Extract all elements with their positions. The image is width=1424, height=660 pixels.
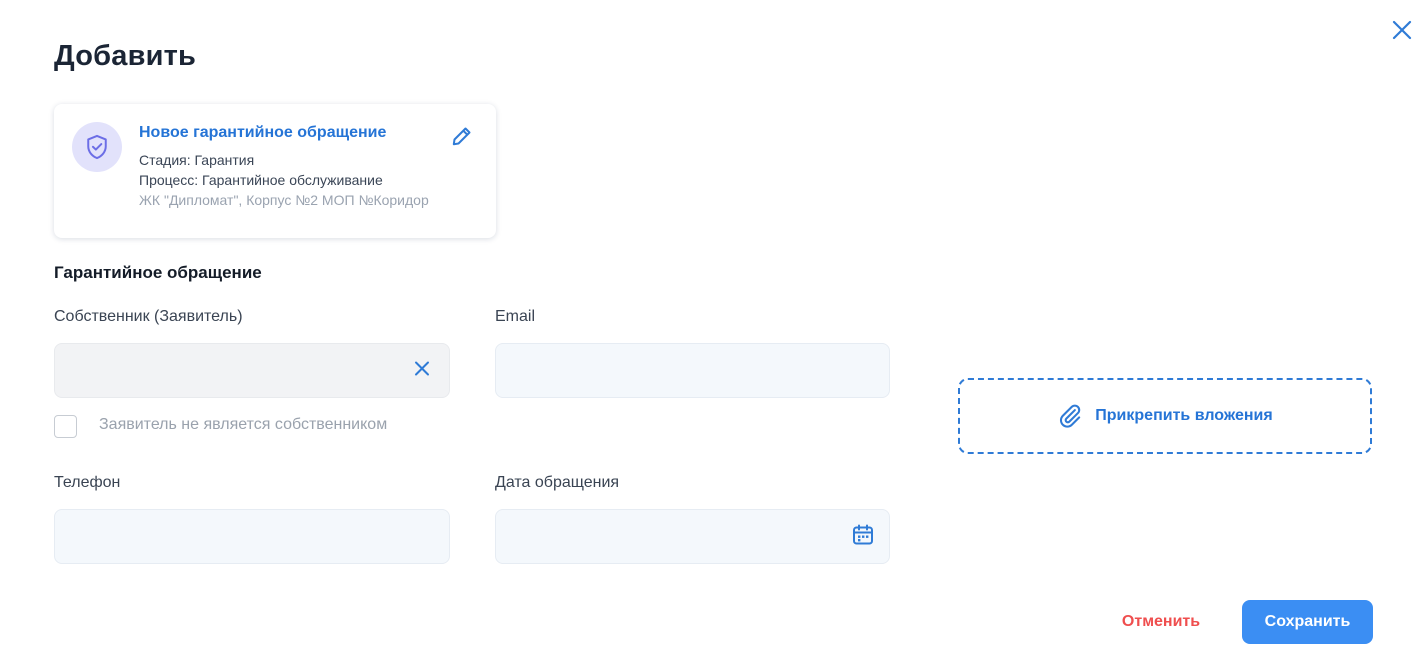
card-address: ЖК "Дипломат", Корпус №2 МОП №Коридор (139, 192, 429, 208)
owner-field[interactable] (54, 343, 450, 398)
edit-card-button[interactable] (450, 124, 474, 148)
card-avatar (72, 122, 122, 172)
close-icon (415, 361, 429, 375)
shield-check-icon (87, 134, 107, 160)
process-card: Новое гарантийное обращение Стадия: Гара… (54, 104, 496, 238)
email-label: Email (495, 308, 536, 325)
attach-files-label: Прикрепить вложения (1095, 407, 1273, 424)
close-icon (1392, 20, 1412, 40)
owner-label: Собственник (Заявитель) (54, 308, 243, 325)
open-calendar-button[interactable] (852, 523, 874, 550)
cancel-button[interactable]: Отменить (1108, 600, 1214, 644)
phone-field[interactable] (54, 509, 450, 564)
save-button[interactable]: Сохранить (1242, 600, 1373, 644)
not-owner-checkbox-label: Заявитель не является собственником (99, 416, 388, 433)
pencil-icon (452, 127, 471, 146)
paperclip-icon (1060, 404, 1081, 428)
not-owner-checkbox[interactable] (54, 415, 77, 438)
calendar-icon (853, 524, 873, 544)
dialog-title: Добавить (54, 40, 197, 72)
card-stage: Стадия: Гарантия (139, 152, 255, 168)
date-field[interactable] (495, 509, 890, 564)
section-title: Гарантийное обращение (54, 263, 262, 282)
card-title: Новое гарантийное обращение (139, 124, 387, 141)
phone-label: Телефон (54, 474, 121, 491)
card-process: Процесс: Гарантийное обслуживание (139, 172, 383, 188)
date-label: Дата обращения (495, 474, 620, 491)
attach-files-button[interactable]: Прикрепить вложения (958, 378, 1372, 454)
email-field[interactable] (495, 343, 890, 398)
clear-owner-button[interactable] (413, 359, 431, 382)
close-button[interactable] (1390, 18, 1414, 42)
